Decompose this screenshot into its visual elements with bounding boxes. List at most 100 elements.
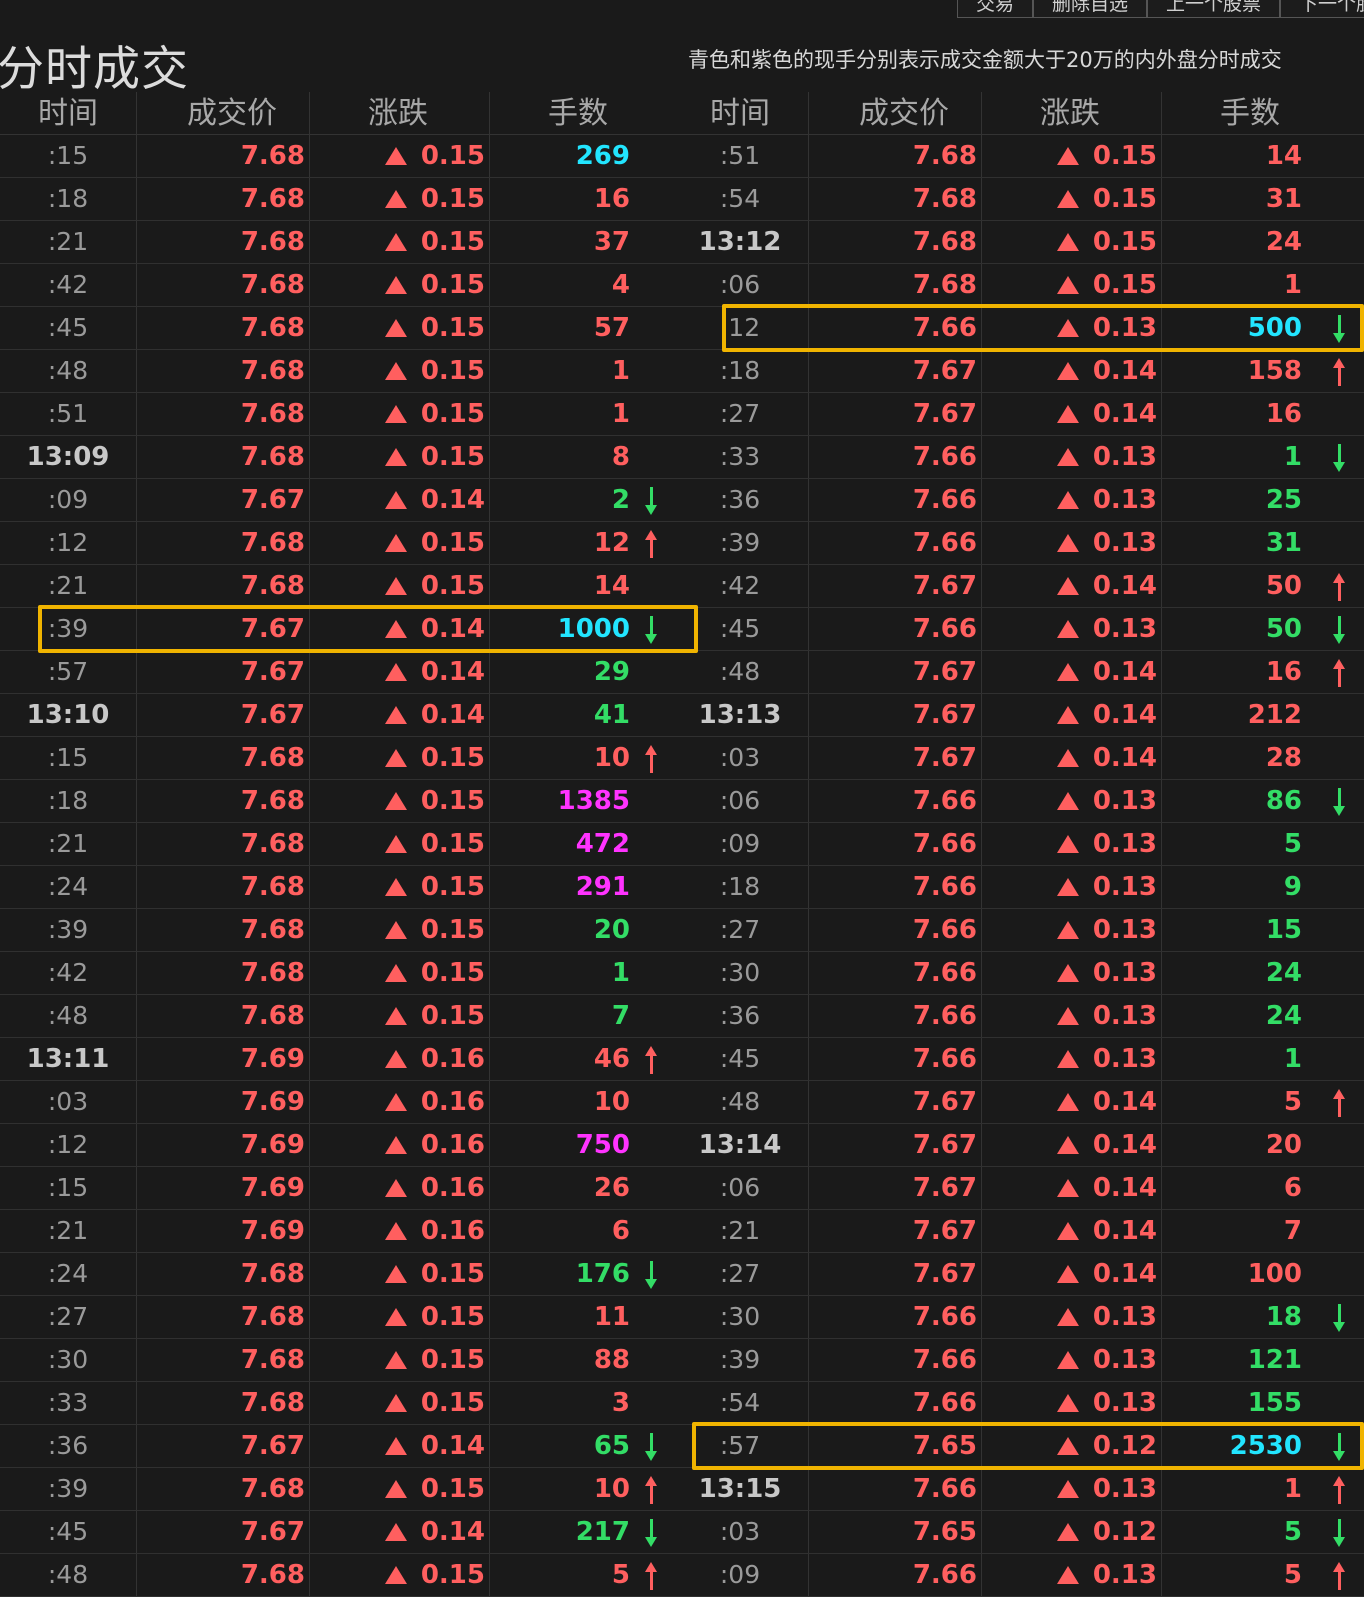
table-row[interactable]: :51 7.68 0.15 1 bbox=[0, 393, 672, 436]
table-row[interactable]: :30 7.66 0.13 24 bbox=[672, 952, 1364, 995]
change-cell: 0.15 bbox=[310, 522, 490, 564]
table-row[interactable]: :57 7.67 0.14 29 bbox=[0, 651, 672, 694]
table-row[interactable]: 13:13 7.67 0.14 212 bbox=[672, 694, 1364, 737]
header-volume[interactable]: 手数 bbox=[1162, 92, 1342, 134]
up-triangle-icon bbox=[384, 1050, 407, 1068]
table-row[interactable]: :36 7.66 0.13 25 bbox=[672, 479, 1364, 522]
table-row[interactable]: :42 7.68 0.15 4 bbox=[0, 264, 672, 307]
table-row[interactable]: :51 7.68 0.15 14 bbox=[672, 135, 1364, 178]
table-row[interactable]: :45 7.66 0.13 50 bbox=[672, 608, 1364, 651]
header-volume[interactable]: 手数 bbox=[490, 92, 670, 134]
remove-watchlist-button[interactable]: 删除自选 bbox=[1032, 0, 1147, 18]
table-row[interactable]: :03 7.69 0.16 10 bbox=[0, 1081, 672, 1124]
volume-cell: 41 bbox=[490, 694, 670, 736]
table-row[interactable]: :06 7.68 0.15 1 bbox=[672, 264, 1364, 307]
table-row[interactable]: :42 7.68 0.15 1 bbox=[0, 952, 672, 995]
table-row[interactable]: :54 7.68 0.15 31 bbox=[672, 178, 1364, 221]
time-cell: :30 bbox=[0, 1339, 137, 1381]
header-change[interactable]: 涨跌 bbox=[982, 92, 1162, 134]
table-row[interactable]: :36 7.67 0.14 65 bbox=[0, 1425, 672, 1468]
table-row[interactable]: :48 7.67 0.14 16 bbox=[672, 651, 1364, 694]
table-row[interactable]: :48 7.67 0.14 5 bbox=[672, 1081, 1364, 1124]
volume-value: 1 bbox=[611, 958, 630, 988]
table-row[interactable]: :30 7.66 0.13 18 bbox=[672, 1296, 1364, 1339]
header-price[interactable]: 成交价 bbox=[809, 92, 982, 134]
table-row[interactable]: :39 7.68 0.15 20 bbox=[0, 909, 672, 952]
prev-stock-button[interactable]: 上一个股票 bbox=[1146, 0, 1280, 18]
header-time[interactable]: 时间 bbox=[672, 92, 809, 134]
volume-value: 41 bbox=[593, 700, 630, 730]
table-row[interactable]: :21 7.69 0.16 6 bbox=[0, 1210, 672, 1253]
table-row[interactable]: :12 7.66 0.13 500 bbox=[672, 307, 1364, 350]
header-price[interactable]: 成交价 bbox=[137, 92, 310, 134]
table-row[interactable]: :39 7.68 0.15 10 bbox=[0, 1468, 672, 1511]
table-row[interactable]: :27 7.67 0.14 16 bbox=[672, 393, 1364, 436]
table-row[interactable]: :48 7.68 0.15 1 bbox=[0, 350, 672, 393]
price-cell: 7.68 bbox=[137, 737, 310, 779]
volume-value: 28 bbox=[1265, 743, 1302, 773]
table-row[interactable]: :48 7.68 0.15 7 bbox=[0, 995, 672, 1038]
volume-value: 25 bbox=[1265, 485, 1302, 515]
table-row[interactable]: :21 7.68 0.15 472 bbox=[0, 823, 672, 866]
table-row[interactable]: :27 7.66 0.13 15 bbox=[672, 909, 1364, 952]
table-row[interactable]: :27 7.68 0.15 11 bbox=[0, 1296, 672, 1339]
table-row[interactable]: :15 7.69 0.16 26 bbox=[0, 1167, 672, 1210]
header-time[interactable]: 时间 bbox=[0, 92, 137, 134]
table-row[interactable]: :21 7.68 0.15 37 bbox=[0, 221, 672, 264]
table-row[interactable]: :09 7.66 0.13 5 bbox=[672, 1554, 1364, 1597]
next-stock-button[interactable]: 下一个股 bbox=[1279, 0, 1364, 18]
up-triangle-icon bbox=[384, 663, 407, 681]
table-row[interactable]: 13:12 7.68 0.15 24 bbox=[672, 221, 1364, 264]
table-row[interactable]: :36 7.66 0.13 24 bbox=[672, 995, 1364, 1038]
table-row[interactable]: :03 7.67 0.14 28 bbox=[672, 737, 1364, 780]
table-row[interactable]: :12 7.69 0.16 750 bbox=[0, 1124, 672, 1167]
table-row[interactable]: :24 7.68 0.15 291 bbox=[0, 866, 672, 909]
table-row[interactable]: :15 7.68 0.15 269 bbox=[0, 135, 672, 178]
table-row[interactable]: 13:15 7.66 0.13 1 bbox=[672, 1468, 1364, 1511]
table-row[interactable]: :42 7.67 0.14 50 bbox=[672, 565, 1364, 608]
table-row[interactable]: :39 7.67 0.14 1000 bbox=[0, 608, 672, 651]
table-row[interactable]: :21 7.67 0.14 7 bbox=[672, 1210, 1364, 1253]
arrow-down-icon bbox=[645, 1261, 657, 1289]
table-row[interactable]: 13:09 7.68 0.15 8 bbox=[0, 436, 672, 479]
table-row[interactable]: :03 7.65 0.12 5 bbox=[672, 1511, 1364, 1554]
table-row[interactable]: :57 7.65 0.12 2530 bbox=[672, 1425, 1364, 1468]
table-row[interactable]: :33 7.66 0.13 1 bbox=[672, 436, 1364, 479]
table-row[interactable]: :18 7.68 0.15 16 bbox=[0, 178, 672, 221]
price-cell: 7.66 bbox=[809, 479, 982, 521]
table-row[interactable]: :54 7.66 0.13 155 bbox=[672, 1382, 1364, 1425]
volume-cell: 20 bbox=[1162, 1124, 1342, 1166]
table-row[interactable]: :33 7.68 0.15 3 bbox=[0, 1382, 672, 1425]
table-row[interactable]: :18 7.68 0.15 1385 bbox=[0, 780, 672, 823]
table-row[interactable]: :45 7.68 0.15 57 bbox=[0, 307, 672, 350]
table-row[interactable]: 13:14 7.67 0.14 20 bbox=[672, 1124, 1364, 1167]
trade-button[interactable]: 交易 bbox=[956, 0, 1033, 18]
table-row[interactable]: :15 7.68 0.15 10 bbox=[0, 737, 672, 780]
table-row[interactable]: :39 7.66 0.13 121 bbox=[672, 1339, 1364, 1382]
header-change[interactable]: 涨跌 bbox=[310, 92, 490, 134]
table-row[interactable]: :27 7.67 0.14 100 bbox=[672, 1253, 1364, 1296]
table-row[interactable]: :06 7.66 0.13 86 bbox=[672, 780, 1364, 823]
table-row[interactable]: :09 7.66 0.13 5 bbox=[672, 823, 1364, 866]
table-row[interactable]: :21 7.68 0.15 14 bbox=[0, 565, 672, 608]
change-value: 0.14 bbox=[420, 1517, 485, 1547]
table-row[interactable]: :06 7.67 0.14 6 bbox=[672, 1167, 1364, 1210]
table-row[interactable]: 13:10 7.67 0.14 41 bbox=[0, 694, 672, 737]
table-row[interactable]: :45 7.67 0.14 217 bbox=[0, 1511, 672, 1554]
table-row[interactable]: :18 7.67 0.14 158 bbox=[672, 350, 1364, 393]
up-triangle-icon bbox=[1056, 319, 1079, 337]
up-triangle-icon bbox=[384, 706, 407, 724]
table-row[interactable]: :30 7.68 0.15 88 bbox=[0, 1339, 672, 1382]
table-row[interactable]: :12 7.68 0.15 12 bbox=[0, 522, 672, 565]
table-row[interactable]: :48 7.68 0.15 5 bbox=[0, 1554, 672, 1597]
table-row[interactable]: :18 7.66 0.13 9 bbox=[672, 866, 1364, 909]
table-row[interactable]: :09 7.67 0.14 2 bbox=[0, 479, 672, 522]
table-row[interactable]: :24 7.68 0.15 176 bbox=[0, 1253, 672, 1296]
table-row[interactable]: :39 7.66 0.13 31 bbox=[672, 522, 1364, 565]
time-cell: :48 bbox=[672, 1081, 809, 1123]
table-row[interactable]: 13:11 7.69 0.16 46 bbox=[0, 1038, 672, 1081]
time-cell: :27 bbox=[0, 1296, 137, 1338]
change-value: 0.15 bbox=[420, 356, 485, 386]
table-row[interactable]: :45 7.66 0.13 1 bbox=[672, 1038, 1364, 1081]
change-cell: 0.13 bbox=[982, 1038, 1162, 1080]
